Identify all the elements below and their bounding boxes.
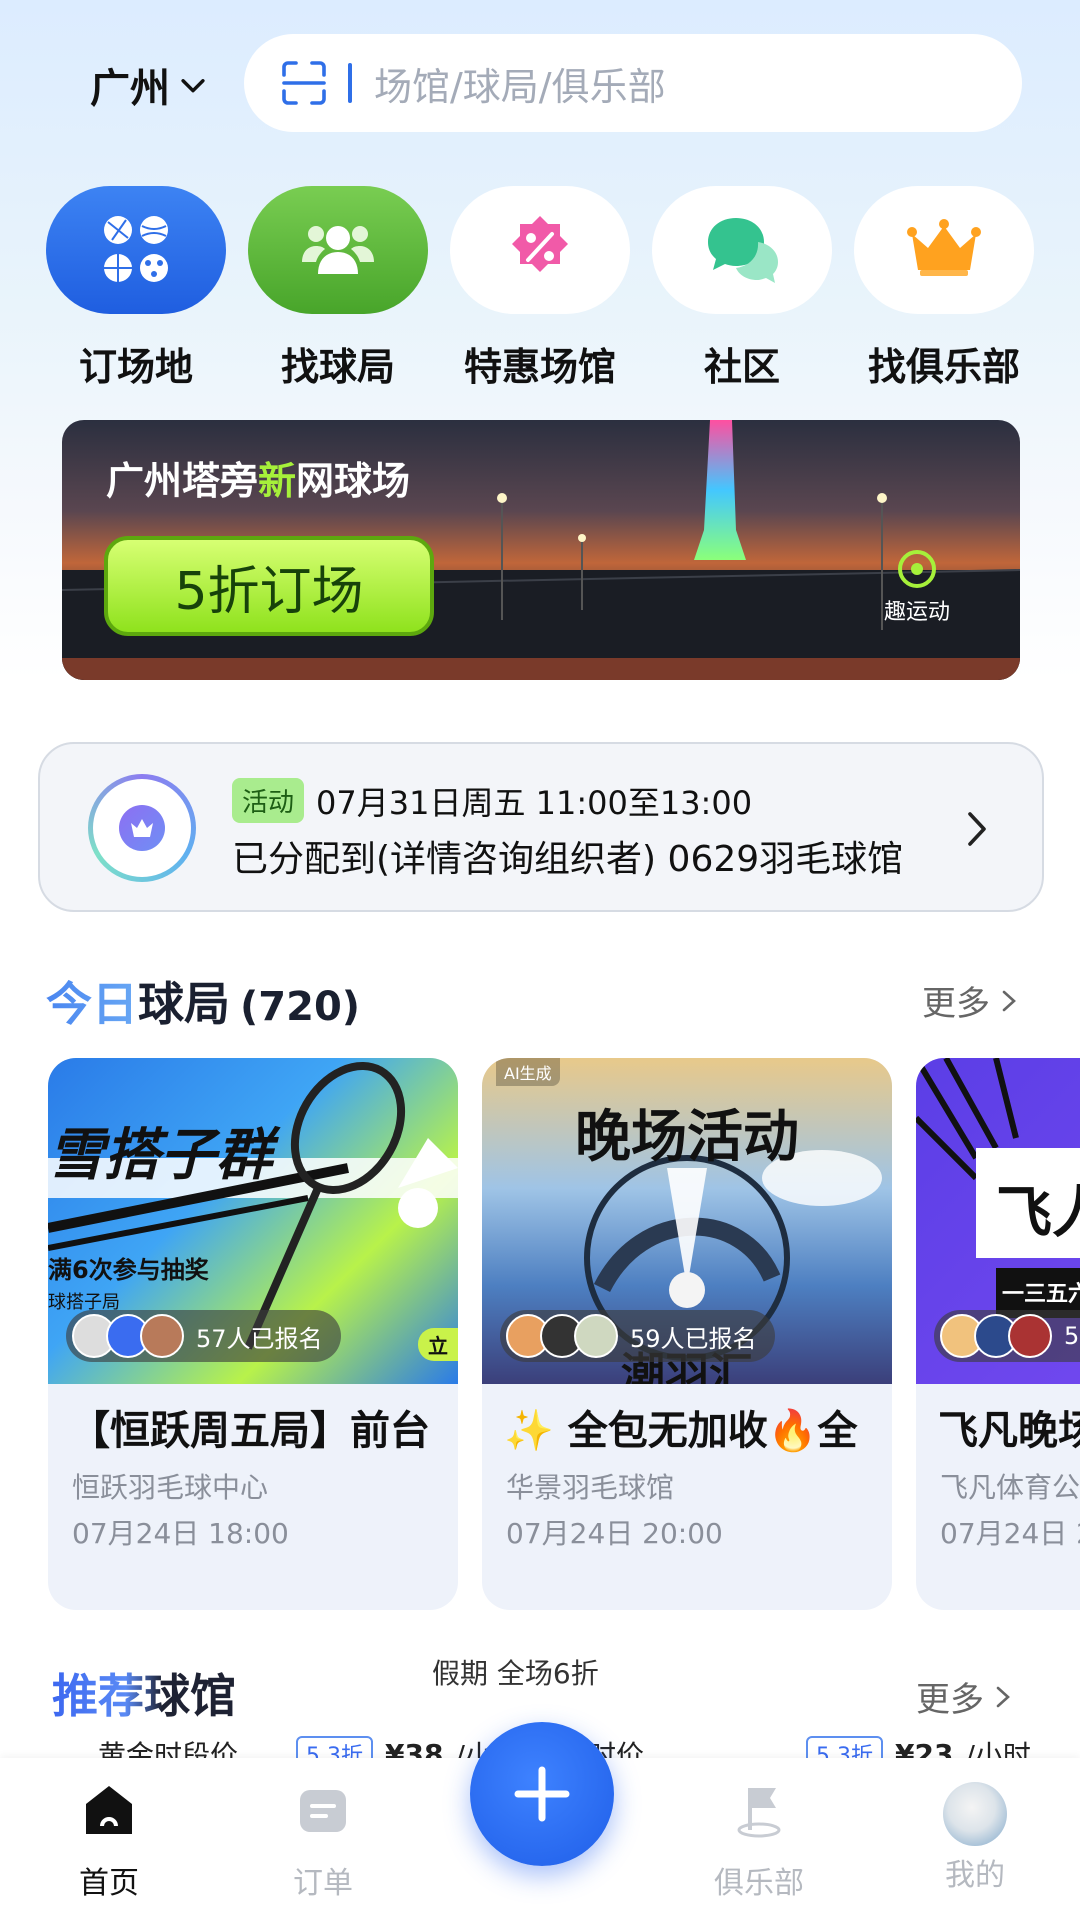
quick-label: 找俱乐部 [867,345,1020,389]
chat-bubbles-icon [708,218,778,283]
avatar [1008,1314,1052,1358]
sports-balls-icon [104,216,168,282]
home-icon [86,1786,132,1834]
quick-find-games[interactable]: 找球局 [248,186,428,391]
quick-community[interactable]: 社区 [652,186,832,391]
avatar [140,1314,184,1358]
cover-subtext: 满6次参与抽奖 [48,1256,209,1284]
tab-orders[interactable]: 订单 [258,1782,388,1902]
section-title-recommended-venues: 推荐球馆 [52,1660,236,1726]
flag-icon [737,1788,781,1838]
game-date: 07月24日 20:00 [506,1517,723,1550]
promo-banner[interactable]: 广州塔旁新网球场 5折订场 趣运动 [62,420,1020,680]
search-bar[interactable]: 场馆/球局/俱乐部 [244,34,1022,132]
quick-find-clubs[interactable]: 找俱乐部 [854,186,1034,391]
game-date: 07月24日 2 [940,1517,1080,1550]
ai-tag: AI生成 [496,1058,560,1086]
orders-icon [300,1790,346,1832]
chevron-right-icon [1002,990,1016,1011]
plus-icon [514,1766,570,1822]
create-button[interactable] [470,1722,614,1866]
activity-description: 已分配到(详情咨询组织者) 0629羽毛球馆 [232,839,904,880]
chevron-right-icon [968,812,986,846]
game-venue: 华景羽毛球馆 [506,1471,675,1504]
scan-icon[interactable] [280,59,328,107]
quick-discount-venues[interactable]: 特惠场馆 [450,186,630,391]
search-input[interactable]: 场馆/球局/俱乐部 [374,56,666,111]
game-date: 07月24日 18:00 [72,1517,289,1550]
game-card[interactable]: AI生成 晚场活动 潮羽汇 59人已报名 ✨ 全包无加收🔥全 华景羽毛球馆 07… [482,1058,892,1610]
city-selector[interactable]: 广州 [90,56,210,114]
game-title: ✨ 全包无加收🔥全 [504,1408,858,1454]
section-title-today-games: 今日 球局 (720) [46,968,360,1034]
quick-label: 社区 [703,345,780,389]
activity-card[interactable]: 活动 07月31日周五 11:00至13:00 已分配到(详情咨询组织者) 06… [38,742,1044,912]
banner-logo: 趣运动 [884,550,950,626]
cover-join-button[interactable]: 立 [418,1328,458,1361]
today-games-more-link[interactable]: 更多 [922,976,1022,1025]
discount-badge-icon [512,216,568,272]
banner-title: 广州塔旁新网球场 [106,459,411,503]
quick-label: 找球局 [280,345,395,389]
quick-label: 订场地 [78,345,193,389]
avatar [943,1782,1007,1846]
game-venue: 飞凡体育公 [940,1471,1080,1504]
crown-icon [907,219,981,276]
avatar [574,1314,618,1358]
signup-count: 59人已报名 [500,1310,775,1362]
banner-book-button[interactable]: 5折订场 [104,536,434,636]
activity-time: 07月31日周五 11:00至13:00 [316,784,753,822]
text-cursor [348,63,352,103]
game-title: 【恒跃周五局】前台 [70,1408,430,1454]
activity-tag: 活动 [232,778,305,823]
tab-home[interactable]: 首页 [44,1782,174,1902]
signup-count: 57人已报名 [66,1310,341,1362]
game-venue: 恒跃羽毛球中心 [72,1471,269,1504]
tab-club[interactable]: 俱乐部 [694,1782,824,1902]
cover-text: 雪搭子群 [48,1123,272,1188]
game-title: 飞凡晚场 [938,1408,1080,1454]
tab-me[interactable]: 我的 [910,1782,1040,1894]
crown-icon [131,819,153,837]
game-cards: 雪搭子群 满6次参与抽奖 球搭子局 立 57人已报名 【恒跃周五局】前台 恒跃羽… [0,1058,1080,1610]
cover-subtext: 一三五六 [1002,1282,1080,1307]
quick-actions: 订场地 找球局 特惠场馆 社区 找俱乐部 [0,186,1080,389]
quick-book-venue[interactable]: 订场地 [46,186,226,391]
venue-promo-peek: 假期 全场6折 [432,1657,599,1690]
chevron-right-icon [996,1686,1010,1707]
game-card[interactable]: 飞人 一三五六 57 飞凡晚场 飞凡体育公 07月24日 2 [916,1058,1080,1610]
quick-label: 特惠场馆 [463,345,616,389]
city-label: 广州 [90,66,170,112]
game-card[interactable]: 雪搭子群 满6次参与抽奖 球搭子局 立 57人已报名 【恒跃周五局】前台 恒跃羽… [48,1058,458,1610]
cover-text: 晚场活动 [575,1105,799,1170]
recommend-more-link[interactable]: 更多 [916,1672,1016,1721]
cover-text: 飞人 [996,1181,1080,1246]
people-icon [302,226,374,274]
chevron-down-icon [181,79,205,93]
signup-count: 57 [934,1310,1080,1362]
activity-icon [88,774,196,882]
